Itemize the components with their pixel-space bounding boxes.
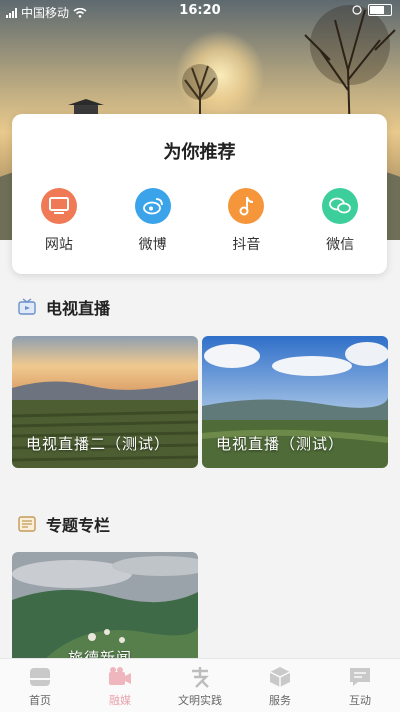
nav-item-civilization[interactable]: 文明实践 (160, 659, 240, 712)
recommend-card: 为你推荐 网站 微博 抖音 微信 (12, 114, 387, 274)
special-header: 专题专栏 (18, 512, 110, 536)
special-title: 专题专栏 (46, 516, 111, 535)
recommend-label: 微信 (326, 237, 355, 253)
special-card[interactable]: 旅德新闻 (12, 552, 198, 662)
recommend-items: 网站 微博 抖音 微信 (12, 188, 387, 254)
nav-label: 文明实践 (178, 694, 222, 707)
status-bar: 中国移动 16:20 (0, 0, 400, 24)
live-card[interactable]: 电视直播二（测试） (12, 336, 198, 468)
nav-item-interact[interactable]: 互动 (320, 659, 400, 712)
special-thumbnail (12, 552, 198, 662)
status-time: 16:20 (179, 3, 221, 18)
battery-icon (368, 4, 392, 16)
chat-icon (347, 665, 373, 689)
nav-label: 融媒 (109, 694, 131, 707)
live-card-label: 电视直播二（测试） (26, 435, 171, 453)
nav-label: 互动 (349, 694, 371, 707)
home-icon (27, 665, 53, 689)
tv-live-header: 电视直播 (18, 295, 110, 319)
alarm-icon (352, 5, 362, 15)
recommend-item-douyin[interactable]: 抖音 (206, 188, 286, 254)
weibo-icon (134, 188, 171, 224)
recommend-title: 为你推荐 (163, 142, 236, 163)
recommend-item-website[interactable]: 网站 (19, 188, 99, 254)
nav-item-service[interactable]: 服务 (240, 659, 320, 712)
recommend-label: 抖音 (232, 237, 261, 253)
tv-live-list: 电视直播二（测试） 电视直播（测试） (12, 336, 388, 470)
recommend-label: 网站 (44, 237, 73, 253)
recommend-item-weibo[interactable]: 微博 (113, 188, 193, 254)
nav-item-home[interactable]: 首页 (0, 659, 80, 712)
recommend-label: 微博 (138, 237, 167, 253)
newspaper-icon (18, 516, 36, 532)
recommend-item-wechat[interactable]: 微信 (300, 188, 380, 254)
calligraphy-icon (187, 665, 213, 689)
bottom-nav: 首页 融媒 文明实践 服务 互动 (0, 658, 400, 712)
live-card-label: 电视直播（测试） (216, 435, 345, 453)
live-card[interactable]: 电视直播（测试） (202, 336, 388, 468)
nav-item-media[interactable]: 融媒 (80, 659, 160, 712)
nav-label: 首页 (29, 694, 51, 707)
music-note-icon (228, 188, 265, 224)
video-camera-icon (107, 665, 133, 689)
tv-live-title: 电视直播 (46, 299, 111, 318)
cube-icon (267, 665, 293, 689)
wechat-icon (322, 188, 359, 224)
nav-label: 服务 (269, 694, 291, 707)
pagoda-silhouette (68, 99, 104, 115)
monitor-icon (40, 188, 77, 224)
tv-icon (18, 298, 36, 315)
